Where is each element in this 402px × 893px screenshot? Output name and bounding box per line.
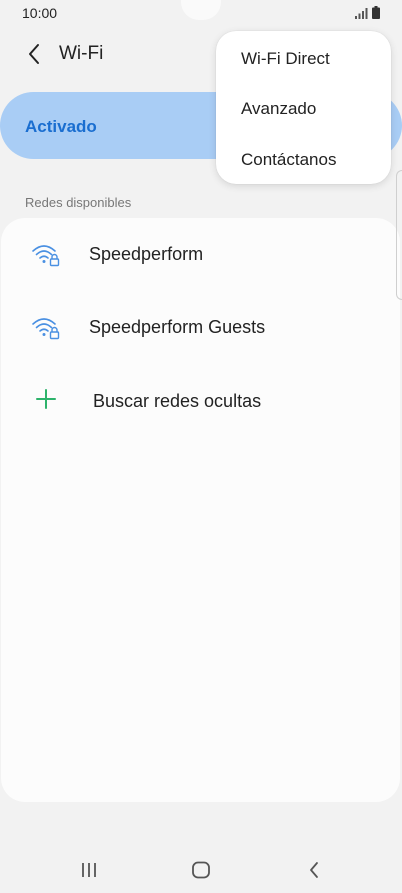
find-hidden-networks-item[interactable]: Buscar redes ocultas <box>1 366 400 436</box>
network-item[interactable]: Speedperform Guests <box>1 293 400 363</box>
menu-item-label: Avanzado <box>241 99 317 118</box>
page-title: Wi-Fi <box>59 43 104 64</box>
wifi-lock-icon <box>32 318 60 340</box>
plus-icon <box>36 389 56 409</box>
menu-item-contact-us[interactable]: Contáctanos <box>216 134 391 184</box>
recents-icon <box>82 863 96 877</box>
menu-item-wifi-direct[interactable]: Wi-Fi Direct <box>216 32 391 82</box>
chevron-left-icon <box>29 44 39 64</box>
home-button[interactable] <box>181 855 221 885</box>
overflow-menu: Wi-Fi Direct Avanzado Contáctanos <box>216 31 391 184</box>
menu-item-label: Wi-Fi Direct <box>241 49 330 68</box>
camera-notch <box>181 0 221 20</box>
back-icon <box>310 862 318 878</box>
back-button[interactable] <box>18 38 50 70</box>
status-bar: 10:00 <box>0 0 402 26</box>
signal-icon <box>355 8 368 19</box>
battery-icon <box>372 6 380 19</box>
menu-item-label: Contáctanos <box>241 150 337 169</box>
recents-button[interactable] <box>69 855 109 885</box>
find-hidden-networks-label: Buscar redes ocultas <box>93 391 262 411</box>
wifi-lock-icon <box>32 245 60 267</box>
navigation-bar <box>0 845 402 893</box>
home-icon <box>192 861 210 879</box>
available-networks-header: Redes disponibles <box>25 195 132 210</box>
scrollbar[interactable] <box>396 170 402 300</box>
network-item[interactable]: Speedperform <box>1 220 400 290</box>
status-time: 10:00 <box>22 5 58 21</box>
nav-back-button[interactable] <box>294 855 334 885</box>
network-name: Speedperform Guests <box>89 317 266 337</box>
wifi-master-toggle-label: Activado <box>25 117 97 136</box>
menu-item-advanced[interactable]: Avanzado <box>216 83 391 133</box>
network-name: Speedperform <box>89 244 204 264</box>
